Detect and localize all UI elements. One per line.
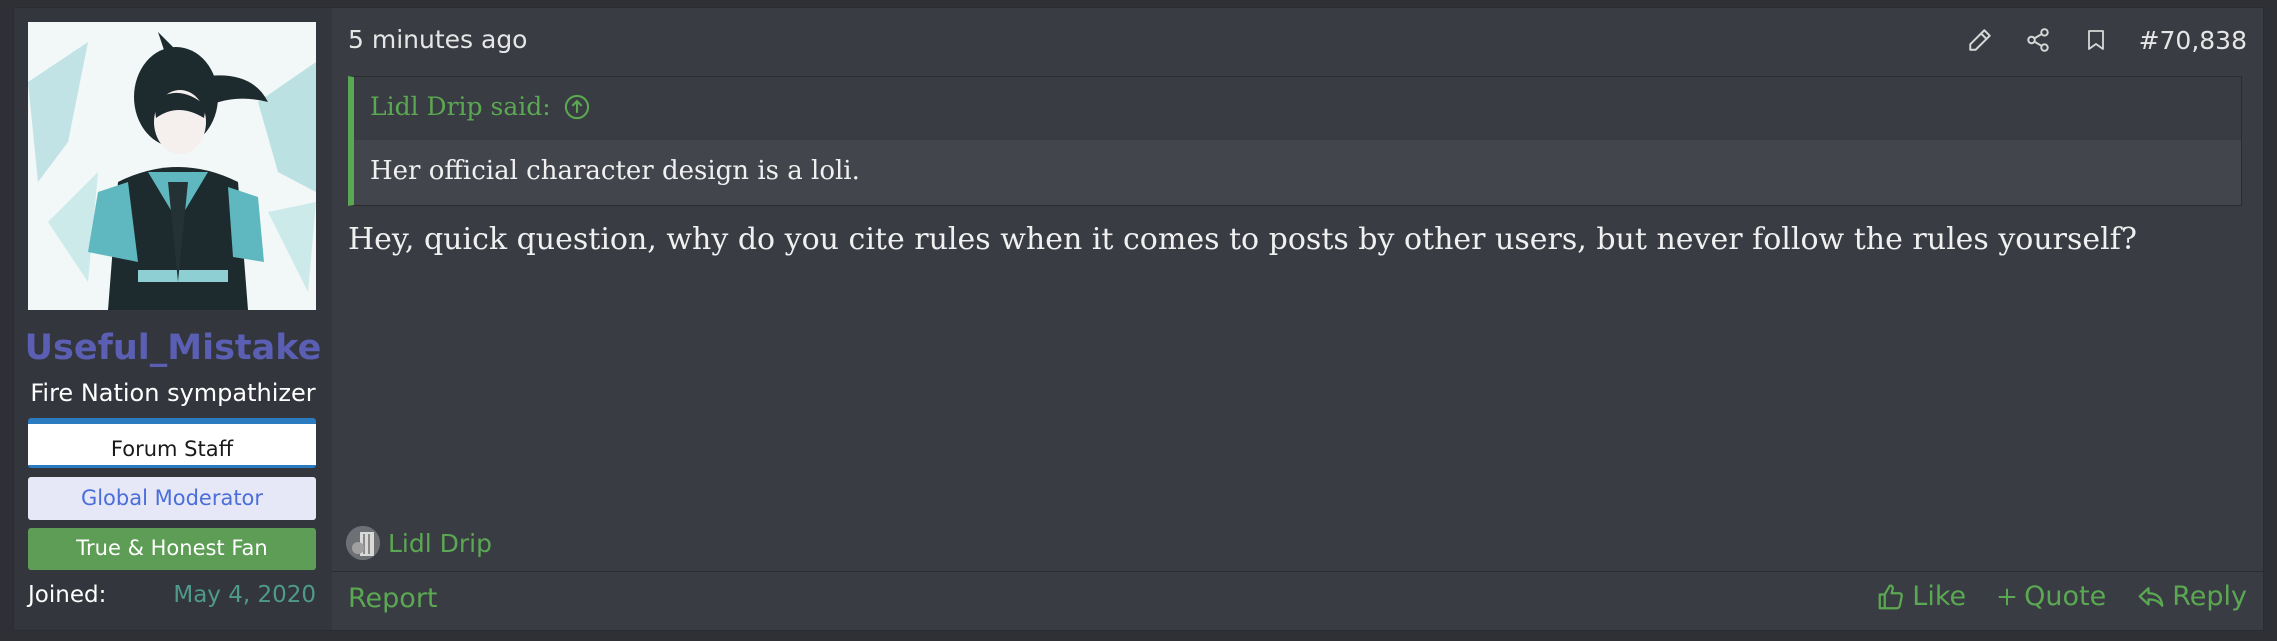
- post-number[interactable]: #70,838: [2139, 26, 2247, 55]
- quote-author-label: Lidl Drip said:: [370, 92, 551, 121]
- quote-block: Lidl Drip said: Her official character d…: [348, 76, 2242, 206]
- reactions-bar: Lidl Drip: [346, 526, 492, 560]
- footer-actions: Like Quote Reply: [1846, 581, 2247, 612]
- post-message: Hey, quick question, why do you cite rul…: [348, 222, 2137, 257]
- arrow-up-circle-icon[interactable]: [563, 93, 591, 121]
- post-timestamp[interactable]: 5 minutes ago: [348, 25, 527, 54]
- post-top-actions: #70,838: [1965, 22, 2247, 58]
- post-author-sidebar: Useful_Mistake Fire Nation sympathizer F…: [14, 8, 332, 630]
- reply-label: Reply: [2172, 581, 2247, 612]
- plus-icon: [1998, 588, 2016, 605]
- post-main: 5 minutes ago #70,838 Lidl Drip said: He…: [332, 8, 2263, 630]
- banner-global-moderator: Global Moderator: [28, 477, 316, 520]
- share-icon[interactable]: [2023, 25, 2053, 55]
- quote-label: Quote: [2024, 581, 2107, 612]
- avatar-illustration: [28, 22, 316, 310]
- quote-text: Her official character design is a loli.: [370, 156, 860, 186]
- joined-label: Joined:: [28, 582, 107, 608]
- like-button[interactable]: Like: [1876, 581, 1966, 612]
- post-footer: Report Like Quote Reply: [332, 571, 2263, 630]
- quote-header: Lidl Drip said:: [354, 77, 2241, 140]
- author-user-title: Fire Nation sympathizer: [30, 379, 316, 407]
- quote-button[interactable]: Quote: [1996, 581, 2106, 612]
- like-label: Like: [1912, 581, 1967, 612]
- post-container: Useful_Mistake Fire Nation sympathizer F…: [13, 7, 2264, 631]
- banner-true-honest-fan: True & Honest Fan: [28, 528, 316, 570]
- reaction-user-avatar[interactable]: [346, 526, 380, 560]
- quote-author-link[interactable]: Lidl Drip said:: [370, 92, 591, 121]
- joined-date: May 4, 2020: [173, 582, 316, 608]
- report-link[interactable]: Report: [348, 583, 438, 614]
- bookmark-icon[interactable]: [2081, 25, 2111, 55]
- reply-icon: [2138, 586, 2164, 607]
- thumbs-up-icon: [1878, 584, 1904, 609]
- author-username[interactable]: Useful_Mistake: [14, 328, 332, 368]
- pencil-icon[interactable]: [1965, 25, 1995, 55]
- user-avatar[interactable]: [28, 22, 316, 310]
- reaction-user-name[interactable]: Lidl Drip: [388, 529, 492, 558]
- reply-button[interactable]: Reply: [2136, 581, 2247, 612]
- banner-forum-staff: Forum Staff: [28, 418, 316, 468]
